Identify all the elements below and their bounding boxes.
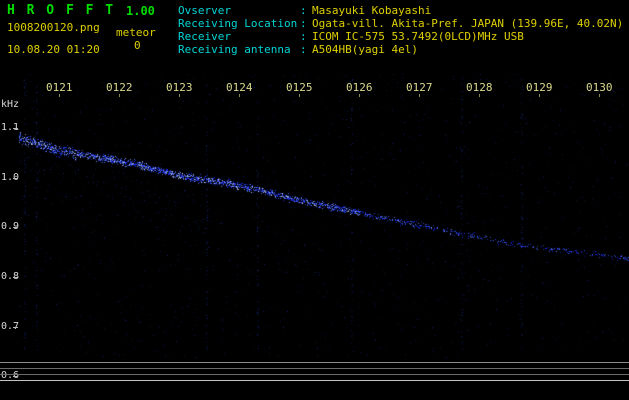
time-axis-label: 0129 (526, 81, 553, 94)
version-label: 1.00 (126, 4, 155, 18)
time-axis-label: 0124 (226, 81, 253, 94)
time-tick (119, 94, 120, 97)
time-axis-label: 0128 (466, 81, 493, 94)
meteor-count: 0 (134, 39, 141, 52)
info-row-receiver: Receiver : ICOM IC-575 53.7492(0LCD)MHz … (178, 30, 524, 43)
time-axis-label: 0127 (406, 81, 433, 94)
time-axis-label: 0122 (106, 81, 133, 94)
level-baseline (0, 362, 629, 363)
time-tick (239, 94, 240, 97)
info-colon: : (300, 17, 307, 30)
info-row-observer: Ovserver : Masayuki Kobayashi (178, 4, 431, 17)
info-colon: : (300, 43, 307, 56)
freq-tick (13, 128, 18, 129)
info-colon: : (300, 4, 307, 17)
freq-unit-label: kHz (1, 99, 20, 110)
info-label: Ovserver (178, 4, 231, 17)
info-row-location: Receiving Location : Ogata-vill. Akita-P… (178, 17, 623, 30)
level-baseline (0, 374, 629, 375)
freq-tick (13, 227, 18, 228)
time-tick (599, 94, 600, 97)
time-tick (59, 94, 60, 97)
info-value: ICOM IC-575 53.7492(0LCD)MHz USB (312, 30, 524, 43)
filename-label: 1008200120.png (7, 21, 100, 34)
time-axis-label: 0121 (46, 81, 73, 94)
info-label: Receiving Location (178, 17, 298, 30)
level-baseline (0, 368, 629, 369)
app-title: H R O F F T (7, 3, 116, 18)
spectrogram-canvas (0, 0, 629, 400)
info-value: Ogata-vill. Akita-Pref. JAPAN (139.96E, … (312, 17, 624, 30)
time-tick (299, 94, 300, 97)
hrofft-screen: H R O F F T 1.00 1008200120.png meteor 0… (0, 0, 629, 400)
time-tick (479, 94, 480, 97)
time-axis-label: 0126 (346, 81, 373, 94)
info-label: Receiver (178, 30, 231, 43)
time-axis-label: 0123 (166, 81, 193, 94)
level-baseline (0, 380, 629, 381)
timestamp-label: 10.08.20 01:20 (7, 43, 100, 56)
time-tick (359, 94, 360, 97)
info-label: Receiving antenna (178, 43, 291, 56)
freq-tick (13, 178, 18, 179)
info-value: A504HB(yagi 4el) (312, 43, 418, 56)
freq-tick (13, 277, 18, 278)
time-axis-label: 0125 (286, 81, 313, 94)
freq-tick (13, 327, 18, 328)
info-row-antenna: Receiving antenna : A504HB(yagi 4el) (178, 43, 418, 56)
time-tick (419, 94, 420, 97)
time-axis-label: 0130 (586, 81, 613, 94)
time-tick (539, 94, 540, 97)
freq-tick (13, 376, 18, 377)
meteor-label: meteor (116, 26, 156, 39)
info-value: Masayuki Kobayashi (312, 4, 432, 17)
time-tick (179, 94, 180, 97)
info-colon: : (300, 30, 307, 43)
